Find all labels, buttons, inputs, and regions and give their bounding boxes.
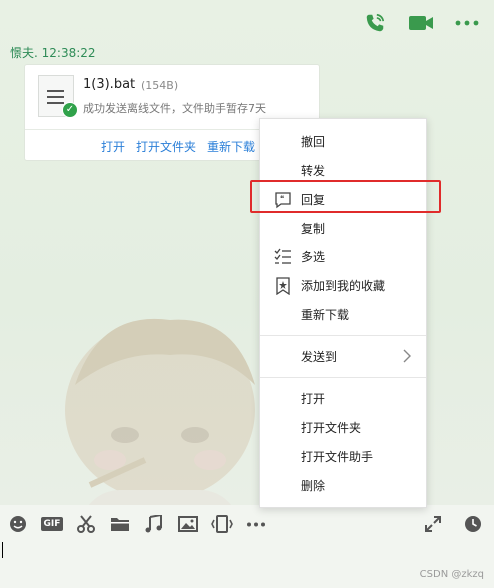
quote-icon: ❝ xyxy=(275,192,291,209)
scissors-icon[interactable] xyxy=(74,514,98,534)
music-icon[interactable] xyxy=(142,514,166,534)
video-call-icon[interactable] xyxy=(408,10,434,36)
phone-icon[interactable] xyxy=(362,10,388,36)
toolbar-more-icon[interactable] xyxy=(244,514,268,534)
chat-header-actions xyxy=(362,10,480,36)
file-status: 成功发送离线文件，文件助手暂存7天 xyxy=(83,102,266,115)
check-icon: ✓ xyxy=(62,102,78,118)
menu-item-delete[interactable]: 删除 xyxy=(260,473,426,499)
menu-item-recall[interactable]: 撤回 xyxy=(260,129,426,155)
menu-item-add-favorite[interactable]: 添加到我的收藏 xyxy=(260,273,426,299)
gif-label: GIF xyxy=(40,517,64,531)
menu-item-label: 重新下载 xyxy=(301,308,350,322)
redownload-link[interactable]: 重新下载 xyxy=(207,138,255,155)
menu-item-label: 删除 xyxy=(301,479,326,493)
menu-item-label: 复制 xyxy=(301,222,326,236)
input-toolbar: GIF xyxy=(6,514,268,534)
menu-item-send-to[interactable]: 发送到 xyxy=(260,344,426,370)
context-menu: 撤回 转发 ❝ 回复 复制 多选 添加到我的收藏 重新下载 发送到 打开 打开文… xyxy=(259,118,427,508)
menu-item-label: 打开文件助手 xyxy=(301,450,374,464)
menu-item-label: 转发 xyxy=(301,164,326,178)
menu-item-multi-select[interactable]: 多选 xyxy=(260,244,426,270)
menu-item-forward[interactable]: 转发 xyxy=(260,158,426,184)
folder-icon[interactable] xyxy=(108,514,132,534)
emoji-icon[interactable] xyxy=(6,514,30,534)
history-icon[interactable] xyxy=(462,514,484,534)
menu-separator xyxy=(260,377,426,378)
menu-item-label: 多选 xyxy=(301,250,326,264)
gif-icon[interactable]: GIF xyxy=(40,514,64,534)
menu-item-open[interactable]: 打开 xyxy=(260,386,426,412)
multi-select-icon xyxy=(274,248,291,264)
menu-item-label: 打开 xyxy=(301,392,326,406)
open-file-link[interactable]: 打开 xyxy=(101,138,125,155)
more-icon[interactable] xyxy=(454,10,480,36)
menu-item-label: 发送到 xyxy=(301,350,338,364)
message-sender-time: 憬夫. 12:38:22 xyxy=(10,46,96,60)
file-name: 1(3).bat xyxy=(83,77,136,92)
menu-item-label: 添加到我的收藏 xyxy=(301,279,386,293)
text-cursor xyxy=(2,542,3,558)
open-folder-link[interactable]: 打开文件夹 xyxy=(136,138,196,155)
svg-text:❝: ❝ xyxy=(280,194,284,203)
screen-share-icon[interactable] xyxy=(210,514,234,534)
menu-item-open-folder[interactable]: 打开文件夹 xyxy=(260,415,426,441)
file-size: (154B) xyxy=(141,79,179,92)
menu-item-copy[interactable]: 复制 xyxy=(260,216,426,242)
menu-separator xyxy=(260,335,426,336)
watermark-text: CSDN @zkzq xyxy=(419,569,484,580)
chevron-right-icon xyxy=(403,349,411,363)
expand-icon[interactable] xyxy=(422,514,444,534)
menu-item-reply[interactable]: ❝ 回复 xyxy=(260,187,426,213)
menu-item-label: 撤回 xyxy=(301,135,326,149)
input-toolbar-right xyxy=(422,514,484,534)
menu-item-redownload[interactable]: 重新下载 xyxy=(260,302,426,328)
menu-item-label: 打开文件夹 xyxy=(301,421,362,435)
menu-item-label: 回复 xyxy=(301,193,326,207)
menu-item-open-file-assistant[interactable]: 打开文件助手 xyxy=(260,444,426,470)
image-icon[interactable] xyxy=(176,514,200,534)
bookmark-icon xyxy=(276,277,290,295)
